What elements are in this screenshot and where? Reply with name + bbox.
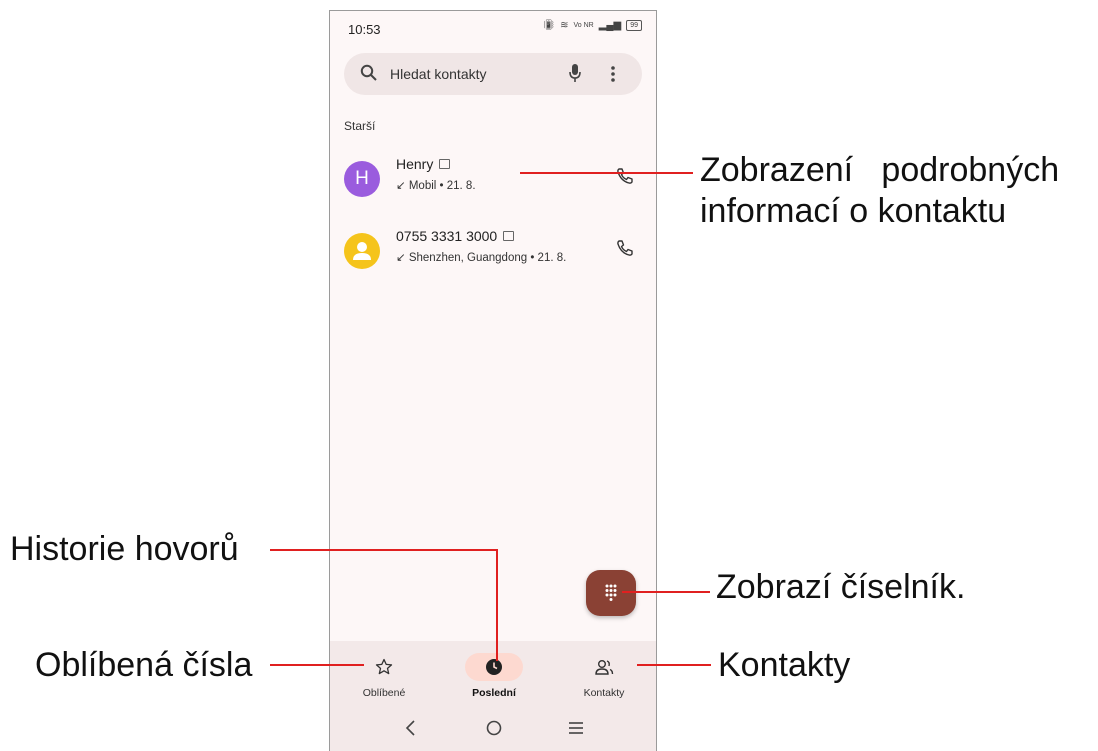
nav-label: Poslední [472, 687, 516, 699]
hd-icon [503, 231, 515, 241]
nav-recent[interactable]: Poslední [449, 653, 539, 699]
nav-label: Oblíbené [362, 687, 406, 699]
nav-favorites[interactable]: Oblíbené [339, 653, 429, 699]
vibrate-icon: 📳︎ [542, 20, 556, 31]
annotation-dialpad: Zobrazí číselník. [716, 568, 966, 606]
star-icon [375, 658, 393, 675]
contact-name-row: Henry [396, 156, 451, 172]
clock-icon [486, 659, 502, 675]
annotation-text: informací o kontaktu [700, 191, 1007, 230]
recents-icon[interactable] [568, 719, 584, 737]
annotation-contacts: Kontakty [718, 646, 851, 684]
nav-pill [575, 653, 633, 681]
status-time: 10:53 [348, 22, 381, 37]
annotation-line [622, 591, 710, 593]
phone-icon[interactable] [616, 239, 634, 257]
annotation-line [520, 172, 693, 174]
nav-pill [465, 653, 523, 681]
avatar [344, 233, 380, 269]
contact-name-row: 0755 3331 3000 [396, 228, 515, 244]
back-icon[interactable] [404, 719, 418, 737]
annotation-line [270, 549, 498, 551]
incoming-arrow-icon: ↙ [396, 252, 406, 264]
avatar: H [344, 161, 380, 197]
wifi-icon: ≋ [560, 20, 569, 31]
call-detail-text: Shenzhen, Guangdong • 21. 8. [408, 252, 567, 264]
dialpad-button[interactable] [586, 570, 636, 616]
call-detail: ↙ Mobil • 21. 8. [396, 178, 476, 192]
search-placeholder[interactable]: Hledat kontakty [390, 66, 487, 82]
call-detail-text: Mobil • 21. 8. [408, 180, 476, 192]
call-log-row[interactable]: H Henry ↙ Mobil • 21. 8. [330, 151, 656, 211]
bottom-navigation: Oblíbené Poslední Kontakty [330, 641, 656, 751]
more-vert-icon[interactable] [610, 65, 616, 83]
annotation-line [496, 549, 498, 661]
incoming-arrow-icon: ↙ [396, 180, 406, 192]
home-icon[interactable] [485, 719, 503, 737]
annotation-line [637, 664, 711, 666]
search-icon [360, 64, 377, 81]
status-icons: 📳︎ ≋ Vo NR ▂▄▆ 99 [542, 20, 642, 31]
call-log-row[interactable]: 0755 3331 3000 ↙ Shenzhen, Guangdong • 2… [330, 223, 656, 283]
network-label: Vo NR [573, 22, 594, 29]
nav-label: Kontakty [583, 687, 625, 699]
signal-icon: ▂▄▆ [598, 20, 622, 31]
call-detail: ↙ Shenzhen, Guangdong • 21. 8. [396, 250, 566, 264]
phone-icon[interactable] [616, 167, 634, 185]
people-icon [595, 660, 614, 675]
annotation-text: Zobrazení podrobných [700, 151, 1060, 189]
mic-icon[interactable] [568, 63, 582, 83]
annotation-favorites: Oblíbená čísla [35, 646, 253, 684]
annotation-call-history: Historie hovorů [10, 530, 239, 568]
contact-name: Henry [396, 156, 434, 172]
battery-icon: 99 [626, 20, 642, 31]
section-header: Starší [344, 119, 376, 133]
contact-number: 0755 3331 3000 [396, 228, 498, 244]
nav-contacts[interactable]: Kontakty [559, 653, 649, 699]
person-icon [353, 242, 371, 260]
hd-icon [439, 159, 451, 169]
annotation-contact-details: Zobrazení podrobných informací o kontakt… [700, 150, 1059, 232]
dialpad-icon [605, 584, 617, 601]
search-bar[interactable]: Hledat kontakty [344, 53, 642, 95]
nav-pill [355, 653, 413, 681]
annotation-line [270, 664, 364, 666]
phone-screen: 10:53 📳︎ ≋ Vo NR ▂▄▆ 99 Hledat kontakty … [329, 10, 657, 751]
